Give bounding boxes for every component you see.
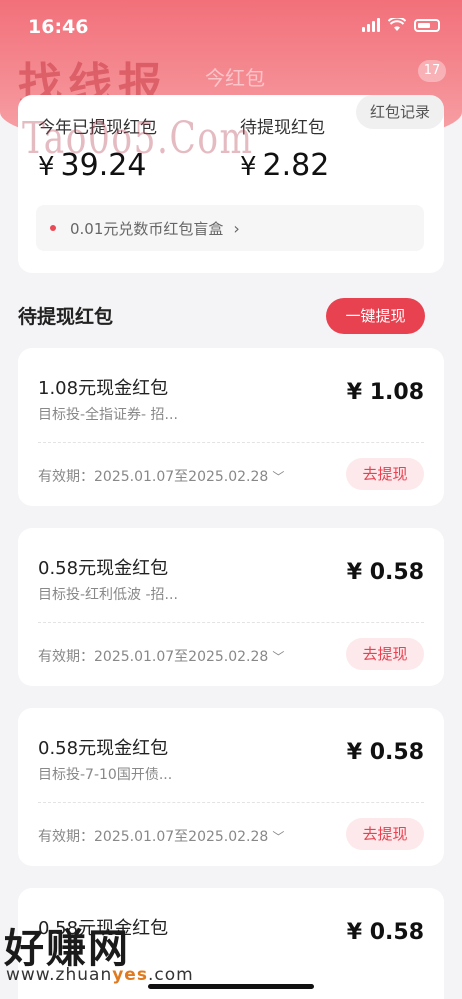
envelope-title: 0.58元现金红包 (38, 738, 169, 759)
divider (38, 802, 424, 803)
record-button[interactable]: 红包记录 (356, 95, 444, 129)
envelope-validity[interactable]: 有效期：2025.01.07至2025.02.28 ﹀ (38, 466, 284, 486)
envelope-amount: ¥ 0.58 (346, 740, 424, 765)
chevron-down-icon: ﹀ (272, 650, 285, 664)
envelope-title: 1.08元现金红包 (38, 378, 169, 399)
watermark-tao: Tao0o5.Com (22, 113, 254, 164)
envelope-subtitle: 目标投-全指证券- 招... (38, 407, 178, 423)
envelope-validity[interactable]: 有效期：2025.01.07至2025.02.28 ﹀ (38, 826, 284, 846)
battery-icon (414, 18, 440, 32)
chevron-down-icon: ﹀ (272, 830, 285, 844)
one-click-withdraw-button[interactable]: 一键提现 (326, 298, 425, 334)
watermark-url: www.zhuanyes.com (6, 965, 194, 985)
envelope-card[interactable]: 0.58元现金红包 目标投-红利低波 -招... ¥ 0.58 有效期：2025… (18, 528, 444, 686)
envelope-validity[interactable]: 有效期：2025.01.07至2025.02.28 ﹀ (38, 646, 284, 666)
wifi-icon (388, 18, 406, 31)
home-indicator (148, 984, 314, 989)
envelope-subtitle: 目标投-7-10国开债... (38, 767, 173, 783)
envelope-amount: ¥ 1.08 (346, 380, 424, 405)
envelope-card[interactable]: 0.58元现金红包 目标投-7-10国开债... ¥ 0.58 有效期：2025… (18, 708, 444, 866)
promo-text: 0.01元兑数币红包盲盒 (70, 219, 224, 238)
withdraw-button[interactable]: 去提现 (346, 818, 424, 850)
status-time: 16:46 (28, 16, 89, 38)
divider (38, 622, 424, 623)
envelope-amount: ¥ 0.58 (346, 560, 424, 585)
envelope-amount: ¥ 0.58 (346, 920, 424, 945)
chevron-down-icon: ﹀ (272, 470, 285, 484)
promo-banner[interactable]: 0.01元兑数币红包盲盒 › (36, 205, 424, 251)
status-icons (362, 18, 440, 32)
section-title: 待提现红包 (18, 306, 114, 328)
signal-icon (362, 18, 380, 32)
withdraw-button[interactable]: 去提现 (346, 638, 424, 670)
summary-card: 红包记录 今年已提现红包 ¥39.24 待提现红包 ¥2.82 Tao0o5.C… (18, 95, 444, 273)
envelope-subtitle: 目标投-红利低波 -招... (38, 587, 178, 603)
chevron-right-icon: › (233, 218, 240, 238)
envelope-card[interactable]: 1.08元现金红包 目标投-全指证券- 招... ¥ 1.08 有效期：2025… (18, 348, 444, 506)
promo-dot-icon (50, 225, 56, 231)
envelope-title: 0.58元现金红包 (38, 558, 169, 579)
divider (38, 442, 424, 443)
withdraw-button[interactable]: 去提现 (346, 458, 424, 490)
page-title-ghost: 今红包 (205, 66, 265, 90)
notification-badge[interactable]: 17 (418, 60, 446, 82)
